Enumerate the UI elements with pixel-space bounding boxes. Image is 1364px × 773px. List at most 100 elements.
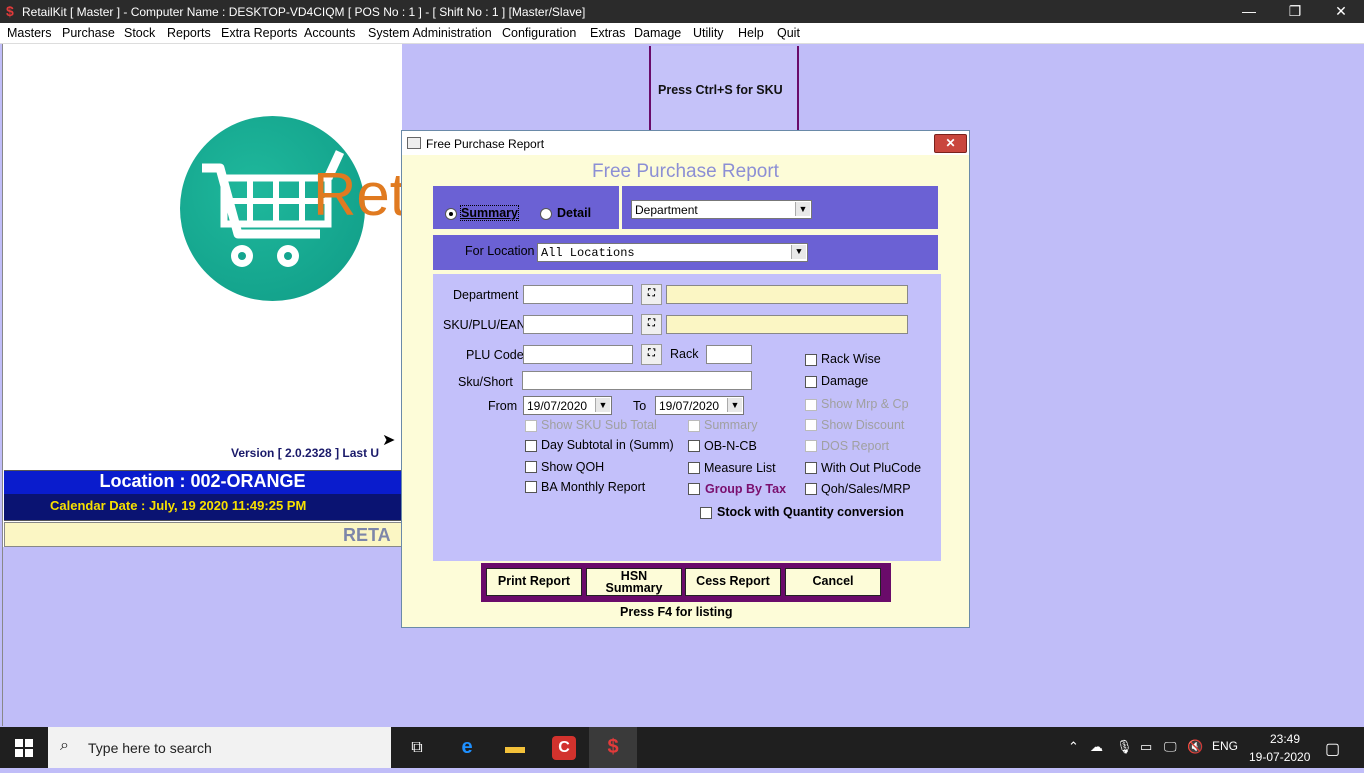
sku-short-input[interactable] [522, 371, 752, 390]
measure-list-checkbox[interactable] [688, 462, 700, 474]
summary-option-label: Summary [704, 418, 758, 432]
chevron-down-icon: ▼ [791, 245, 806, 259]
detail-label[interactable]: Detail [557, 206, 591, 220]
day-subtotal-checkbox[interactable] [525, 440, 537, 452]
file-explorer-icon[interactable]: ▬ [491, 727, 539, 768]
menu-extra-reports[interactable]: Extra Reports [221, 26, 297, 40]
ba-monthly-checkbox[interactable] [525, 481, 537, 493]
onedrive-icon[interactable]: ☁ [1090, 739, 1103, 755]
edge-icon[interactable]: e [443, 727, 491, 768]
chevron-down-icon: ▼ [727, 398, 742, 412]
summary-label[interactable]: Summary [460, 205, 519, 221]
qoh-sales-mrp-checkbox[interactable] [805, 483, 817, 495]
mouse-cursor-icon: ➤ [382, 432, 396, 449]
binoculars-icon[interactable]: ⛶ [641, 314, 662, 335]
to-date-picker[interactable]: 19/07/2020 ▼ [655, 396, 744, 415]
plu-label: PLU Code [466, 348, 524, 362]
from-date-picker[interactable]: 19/07/2020 ▼ [523, 396, 612, 415]
to-label: To [633, 399, 647, 413]
summary-radio[interactable] [445, 208, 457, 220]
to-date-value: 19/07/2020 [659, 399, 720, 413]
without-plucode-checkbox[interactable] [805, 462, 817, 474]
sku-short-label: Sku/Short [458, 375, 513, 389]
menu-utility[interactable]: Utility [693, 26, 724, 40]
clock-time[interactable]: 23:49 [1263, 732, 1307, 746]
dos-report-checkbox [805, 440, 817, 452]
filters-panel: Department ⛶ SKU/PLU/EAN ⛶ PLU Code ⛶ Ra… [433, 274, 941, 561]
show-qoh-label: Show QOH [541, 460, 605, 474]
group-by-tax-checkbox[interactable] [688, 483, 700, 495]
rack-wise-checkbox[interactable] [805, 354, 817, 366]
rack-label: Rack [670, 347, 699, 361]
group-by-value: Department [635, 203, 698, 217]
search-icon: ⌕ [60, 737, 69, 754]
department-input[interactable] [523, 285, 633, 304]
for-location-label: For Location [465, 244, 535, 258]
menu-configuration[interactable]: Configuration [502, 26, 576, 40]
hsn-summary-button[interactable]: HSN Summary [586, 568, 682, 596]
qoh-sales-mrp-label: Qoh/Sales/MRP [821, 482, 911, 496]
language-indicator[interactable]: ENG [1212, 739, 1238, 753]
print-report-button[interactable]: Print Report [486, 568, 582, 596]
menu-purchase[interactable]: Purchase [62, 26, 115, 40]
dialog-window-title: Free Purchase Report [426, 137, 545, 151]
menu-stock[interactable]: Stock [124, 26, 155, 40]
retail-strip: RETA [4, 522, 403, 547]
menu-help[interactable]: Help [738, 26, 764, 40]
plu-input[interactable] [523, 345, 633, 364]
battery-icon[interactable]: ▭ [1140, 739, 1152, 755]
minimize-button[interactable]: — [1226, 0, 1272, 23]
cancel-button[interactable]: Cancel [785, 568, 881, 596]
day-subtotal-label: Day Subtotal in (Summ) [541, 438, 674, 452]
binoculars-icon[interactable]: ⛶ [641, 344, 662, 365]
department-name-field [666, 285, 908, 304]
show-qoh-checkbox[interactable] [525, 461, 537, 473]
windows-start-icon[interactable] [0, 727, 48, 768]
menu-system-administration[interactable]: System Administration [368, 26, 492, 40]
show-sku-subtotal-label: Show SKU Sub Total [541, 418, 657, 432]
ob-n-cb-checkbox[interactable] [688, 440, 700, 452]
damage-checkbox[interactable] [805, 376, 817, 388]
chevron-up-icon[interactable]: ⌃ [1068, 739, 1079, 755]
menu-extras[interactable]: Extras [590, 26, 625, 40]
group-by-select[interactable]: Department ▼ [631, 200, 812, 219]
report-type-panel: Summary Detail [433, 186, 619, 229]
dialog-window-icon [407, 137, 421, 149]
menu-damage[interactable]: Damage [634, 26, 681, 40]
hsn-line2: Summary [605, 581, 663, 595]
volume-icon[interactable]: 🔇 [1187, 739, 1203, 755]
stock-conversion-checkbox[interactable] [700, 507, 712, 519]
dos-report-label: DOS Report [821, 439, 890, 453]
dialog-heading: Free Purchase Report [592, 161, 779, 182]
ccleaner-icon[interactable]: C [540, 727, 588, 768]
group-by-panel: Department ▼ [622, 186, 938, 229]
restore-button[interactable]: ❐ [1272, 0, 1318, 23]
damage-label: Damage [821, 374, 869, 388]
location-select[interactable]: All Locations ▼ [537, 243, 808, 262]
title-bar: $ RetailKit [ Master ] - Computer Name :… [0, 0, 1364, 23]
menu-quit[interactable]: Quit [777, 26, 800, 40]
binoculars-icon[interactable]: ⛶ [641, 284, 662, 305]
menu-masters[interactable]: Masters [7, 26, 51, 40]
clock-date[interactable]: 19-07-2020 [1249, 750, 1310, 764]
rack-input[interactable] [706, 345, 752, 364]
rack-wise-label: Rack Wise [821, 352, 881, 366]
button-bar: Print Report HSN Summary Cess Report Can… [481, 563, 891, 602]
detail-radio[interactable] [540, 208, 552, 220]
ob-n-cb-label: OB-N-CB [704, 439, 757, 453]
menu-accounts[interactable]: Accounts [304, 26, 355, 40]
retailkit-taskbar-icon[interactable]: $ [589, 727, 637, 768]
taskbar-search[interactable]: ⌕ Type here to search [48, 727, 391, 768]
dialog-close-button[interactable]: ✕ [934, 134, 967, 153]
sku-input[interactable] [523, 315, 633, 334]
menu-reports[interactable]: Reports [167, 26, 211, 40]
close-button[interactable]: ✕ [1318, 0, 1364, 23]
sku-hint-text: Press Ctrl+S for SKU [658, 83, 783, 97]
network-icon[interactable]: 🖵 [1164, 739, 1177, 755]
without-plucode-label: With Out PluCode [821, 461, 922, 475]
notification-icon[interactable]: ▢ [1325, 739, 1340, 759]
microphone-icon[interactable]: 🎙 [1116, 739, 1133, 755]
task-view-icon[interactable]: ⧉ [393, 727, 441, 768]
footer-hint: Press F4 for listing [620, 605, 733, 619]
cess-report-button[interactable]: Cess Report [685, 568, 781, 596]
